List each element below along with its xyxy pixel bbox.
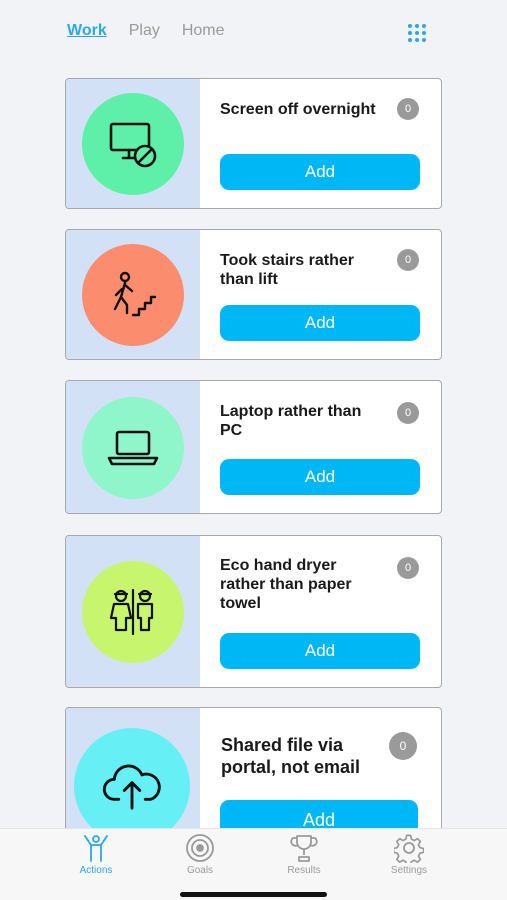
stairs-icon xyxy=(82,244,184,346)
count-badge: 0 xyxy=(389,732,417,760)
add-button[interactable]: Add xyxy=(220,633,420,669)
actions-icon xyxy=(84,835,108,862)
goals-icon xyxy=(186,834,214,862)
cloud-upload-icon xyxy=(74,728,190,844)
action-card-screen-off: Screen off overnight 0 Add xyxy=(65,78,442,209)
card-title: Shared file via portal, not email xyxy=(221,735,361,777)
count-badge: 0 xyxy=(397,249,419,271)
card-icon-panel xyxy=(66,230,200,359)
nav-goals[interactable]: Goals xyxy=(160,833,240,876)
gear-icon xyxy=(394,834,424,863)
tab-work[interactable]: Work xyxy=(67,22,107,40)
laptop-icon xyxy=(82,397,184,499)
card-title: Laptop rather than PC xyxy=(220,403,362,439)
bottom-tab-bar: Actions Goals Results Settings xyxy=(0,828,507,900)
action-card-laptop: Laptop rather than PC 0 Add xyxy=(65,380,442,514)
card-title: Took stairs rather than lift xyxy=(220,252,354,288)
nav-label: Settings xyxy=(390,865,428,876)
card-title: Eco hand dryer rather than paper towel xyxy=(220,557,352,612)
add-button[interactable]: Add xyxy=(220,154,420,190)
nav-label: Results xyxy=(287,865,321,876)
monitor-off-icon xyxy=(82,93,184,195)
add-button[interactable]: Add xyxy=(220,305,420,341)
grid-icon[interactable] xyxy=(408,24,426,42)
top-tab-bar: Work Play Home xyxy=(67,22,225,40)
home-indicator xyxy=(180,892,327,897)
count-badge: 0 xyxy=(397,402,419,424)
nav-label: Goals xyxy=(186,865,214,876)
restroom-icon xyxy=(82,561,184,663)
nav-settings[interactable]: Settings xyxy=(369,833,449,876)
add-button[interactable]: Add xyxy=(220,459,420,495)
tab-play[interactable]: Play xyxy=(129,22,160,40)
nav-label: Actions xyxy=(79,865,113,876)
action-card-stairs: Took stairs rather than lift 0 Add xyxy=(65,229,442,360)
trophy-icon xyxy=(290,835,318,862)
card-icon-panel xyxy=(66,381,200,513)
app-screen: Work Play Home Screen off overnight 0 Ad… xyxy=(0,0,507,900)
card-icon-panel xyxy=(66,536,200,687)
action-card-hand-dryer: Eco hand dryer rather than paper towel 0… xyxy=(65,535,442,688)
tab-home[interactable]: Home xyxy=(182,22,225,40)
nav-actions[interactable]: Actions xyxy=(56,833,136,876)
card-title: Screen off overnight xyxy=(220,101,376,118)
count-badge: 0 xyxy=(397,557,419,579)
card-icon-panel xyxy=(66,79,200,208)
nav-results[interactable]: Results xyxy=(264,833,344,876)
count-badge: 0 xyxy=(397,98,419,120)
